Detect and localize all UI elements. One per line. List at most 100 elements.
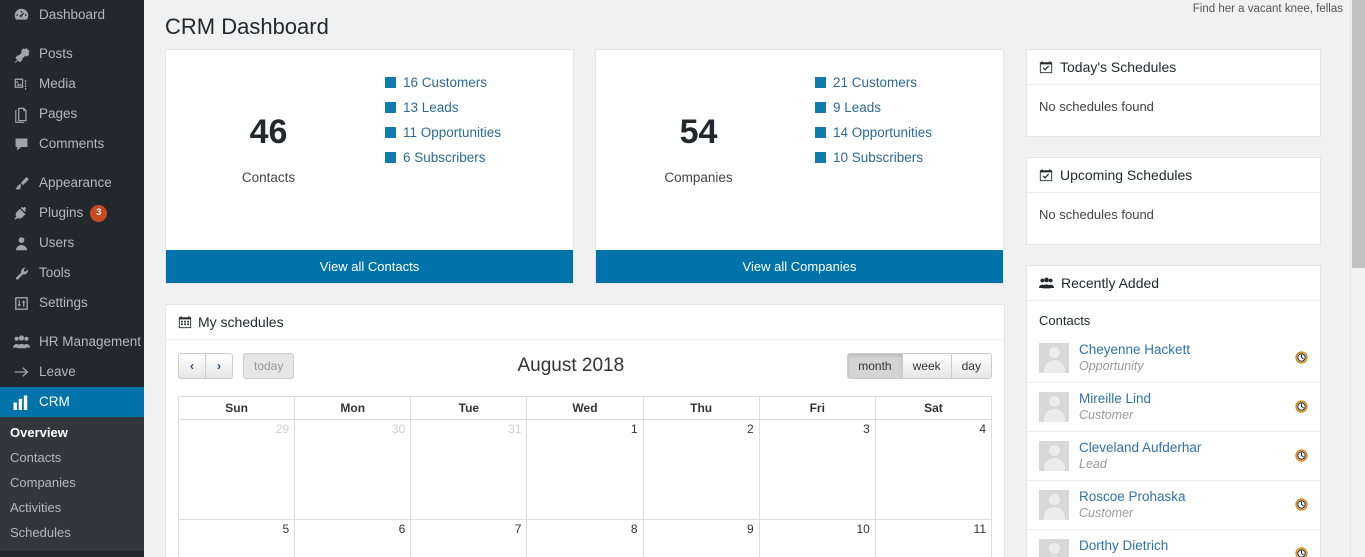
sidebar-item-label: CRM bbox=[39, 394, 70, 409]
calendar-day-cell[interactable]: 8 bbox=[526, 518, 644, 557]
calendar-day-cell[interactable]: 4 bbox=[874, 418, 993, 520]
legend-label: 9 Leads bbox=[833, 99, 882, 115]
calendar-day-header: Thu bbox=[642, 395, 760, 420]
contact-name-link[interactable]: Cheyenne Hackett bbox=[1079, 342, 1289, 358]
sidebar-item-dashboard[interactable]: Dashboard bbox=[0, 0, 144, 30]
clock-icon[interactable] bbox=[1295, 449, 1308, 462]
submenu-item-overview[interactable]: Overview bbox=[0, 420, 144, 445]
sidebar-item-users[interactable]: Users bbox=[0, 228, 144, 258]
submenu-item-schedules[interactable]: Schedules bbox=[0, 520, 144, 545]
my-schedules-panel: My schedules ‹ › today August 2018 month… bbox=[165, 303, 1005, 557]
calendar-next-button[interactable]: › bbox=[206, 352, 233, 379]
calendar-view-week[interactable]: week bbox=[902, 352, 952, 379]
sidebar-item-pages[interactable]: Pages bbox=[0, 99, 144, 129]
contact-name-link[interactable]: Roscoe Prohaska bbox=[1079, 489, 1289, 505]
calendar-day-cell[interactable]: 10 bbox=[758, 518, 876, 557]
sidebar-item-plugins[interactable]: Plugins 3 bbox=[0, 198, 144, 228]
legend-swatch bbox=[815, 152, 826, 164]
legend-item[interactable]: 21 Customers bbox=[815, 74, 932, 92]
contact-meta: Cleveland Aufderhar Lead bbox=[1079, 440, 1289, 472]
calendar-day-cell[interactable]: 30 bbox=[294, 418, 412, 520]
side-column: Today's Schedules No schedules found Upc… bbox=[1026, 48, 1321, 557]
legend-label: 11 Opportunities bbox=[403, 124, 502, 140]
stat-legend: 16 Customers 13 Leads 11 Opportunities 6 Su… bbox=[371, 50, 501, 174]
submenu-item-companies[interactable]: Companies bbox=[0, 470, 144, 495]
avatar bbox=[1039, 440, 1069, 471]
submenu-item-contacts[interactable]: Contacts bbox=[0, 445, 144, 470]
recent-contacts-list: Cheyenne Hackett Opportunity Mireille Lind… bbox=[1027, 334, 1320, 557]
sidebar-item-appearance[interactable]: Appearance bbox=[0, 168, 144, 198]
clock-icon[interactable] bbox=[1295, 351, 1308, 364]
sidebar-item-label: Media bbox=[39, 76, 76, 91]
sidebar-item-label: Posts bbox=[39, 46, 73, 61]
page-scrollbar[interactable] bbox=[1350, 0, 1365, 557]
calendar-check-icon bbox=[1039, 168, 1053, 182]
widget-header: Upcoming Schedules bbox=[1027, 158, 1320, 193]
contact-name-link[interactable]: Cleveland Aufderhar bbox=[1079, 440, 1289, 456]
sidebar-item-posts[interactable]: Posts bbox=[0, 39, 144, 69]
sidebar-badge: 3 bbox=[90, 204, 108, 222]
contact-name-link[interactable]: Dorthy Dietrich bbox=[1079, 538, 1289, 554]
calendar-today-button[interactable]: today bbox=[243, 352, 295, 379]
clock-icon[interactable] bbox=[1295, 400, 1308, 413]
legend-label: 10 Subscribers bbox=[833, 149, 924, 165]
calendar-day-cell[interactable]: 29 bbox=[177, 418, 296, 520]
comment-icon bbox=[10, 134, 32, 154]
scrollbar-thumb[interactable] bbox=[1352, 0, 1365, 268]
calendar-day-cell[interactable]: 7 bbox=[410, 518, 528, 557]
calendar-day-cell[interactable]: 11 bbox=[874, 518, 993, 557]
calendar-day-cell[interactable]: 3 bbox=[758, 418, 876, 520]
calendar-day-header: Mon bbox=[294, 395, 412, 420]
recent-contact-row: Dorthy DietrichCustomer bbox=[1027, 528, 1320, 557]
calendar-day-headers: Sun Mon Tue Wed Thu Fri Sat bbox=[177, 395, 993, 420]
sidebar-item-leave[interactable]: Leave bbox=[0, 357, 144, 387]
legend-item[interactable]: 10 Subscribers bbox=[815, 149, 932, 167]
legend-item[interactable]: 14 Opportunities bbox=[815, 124, 932, 142]
clock-icon[interactable] bbox=[1295, 498, 1308, 511]
legend-item[interactable]: 11 Opportunities bbox=[385, 124, 501, 142]
submenu-item-activities[interactable]: Activities bbox=[0, 495, 144, 520]
calendar-view-day[interactable]: day bbox=[951, 352, 992, 379]
view-all-button[interactable]: View all Contacts bbox=[166, 249, 573, 283]
sidebar-item-tools[interactable]: Tools bbox=[0, 258, 144, 288]
top-note: Find her a vacant knee, fellas bbox=[1192, 3, 1343, 15]
calendar-day-cell[interactable]: 1 bbox=[526, 418, 644, 520]
sidebar-item-media[interactable]: Media bbox=[0, 69, 144, 99]
calendar-day-cell[interactable]: 5 bbox=[177, 518, 296, 557]
calendar-prev-button[interactable]: ‹ bbox=[178, 352, 206, 379]
dashboard-columns: 46 Contacts 16 Customers 13 Leads 11 Opportu… bbox=[144, 48, 1365, 557]
dashboard-icon bbox=[10, 5, 32, 25]
calendar-day-header: Wed bbox=[526, 395, 644, 420]
clock-icon[interactable] bbox=[1295, 547, 1308, 557]
sidebar-item-label: Dashboard bbox=[39, 7, 106, 22]
sidebar-item-label: Leave bbox=[39, 364, 76, 379]
stat-caption: Companies bbox=[664, 169, 733, 185]
legend-item[interactable]: 9 Leads bbox=[815, 99, 932, 117]
calendar-day-cell[interactable]: 2 bbox=[642, 418, 760, 520]
sidebar-item-settings[interactable]: Settings bbox=[0, 288, 144, 318]
legend-item[interactable]: 16 Customers bbox=[385, 74, 501, 92]
contact-meta: Cheyenne Hackett Opportunity bbox=[1079, 342, 1289, 374]
calendar-day-cell[interactable]: 6 bbox=[294, 518, 412, 557]
stat-card-body: 46 Contacts 16 Customers 13 Leads 11 Opportu… bbox=[166, 50, 573, 250]
legend-item[interactable]: 6 Subscribers bbox=[385, 149, 501, 167]
sidebar-item-comments[interactable]: Comments bbox=[0, 129, 144, 159]
empty-state-text: No schedules found bbox=[1039, 98, 1154, 114]
avatar bbox=[1039, 391, 1069, 422]
stat-card-companies: 54 Companies 21 Customers 9 Leads 14 Opportu… bbox=[595, 48, 1004, 284]
stat-number: 46 bbox=[249, 112, 288, 151]
calendar-view-month[interactable]: month bbox=[847, 352, 903, 379]
settings-icon bbox=[10, 293, 32, 313]
recent-contact-row: Cleveland Aufderhar Lead bbox=[1027, 430, 1320, 480]
view-all-button[interactable]: View all Companies bbox=[596, 249, 1003, 283]
legend-item[interactable]: 13 Leads bbox=[385, 99, 501, 117]
calendar-day-cell[interactable]: 9 bbox=[642, 518, 760, 557]
avatar bbox=[1039, 489, 1069, 520]
contact-name-link[interactable]: Mireille Lind bbox=[1079, 391, 1289, 407]
panel-header: My schedules bbox=[166, 305, 1004, 340]
sidebar-item-crm[interactable]: CRM bbox=[0, 387, 144, 417]
calendar-day-header: Sun bbox=[177, 395, 296, 420]
sidebar-item-hr-management[interactable]: HR Management bbox=[0, 327, 144, 357]
recent-contact-row: Roscoe Prohaska Customer bbox=[1027, 479, 1320, 529]
calendar-day-cell[interactable]: 31 bbox=[410, 418, 528, 520]
